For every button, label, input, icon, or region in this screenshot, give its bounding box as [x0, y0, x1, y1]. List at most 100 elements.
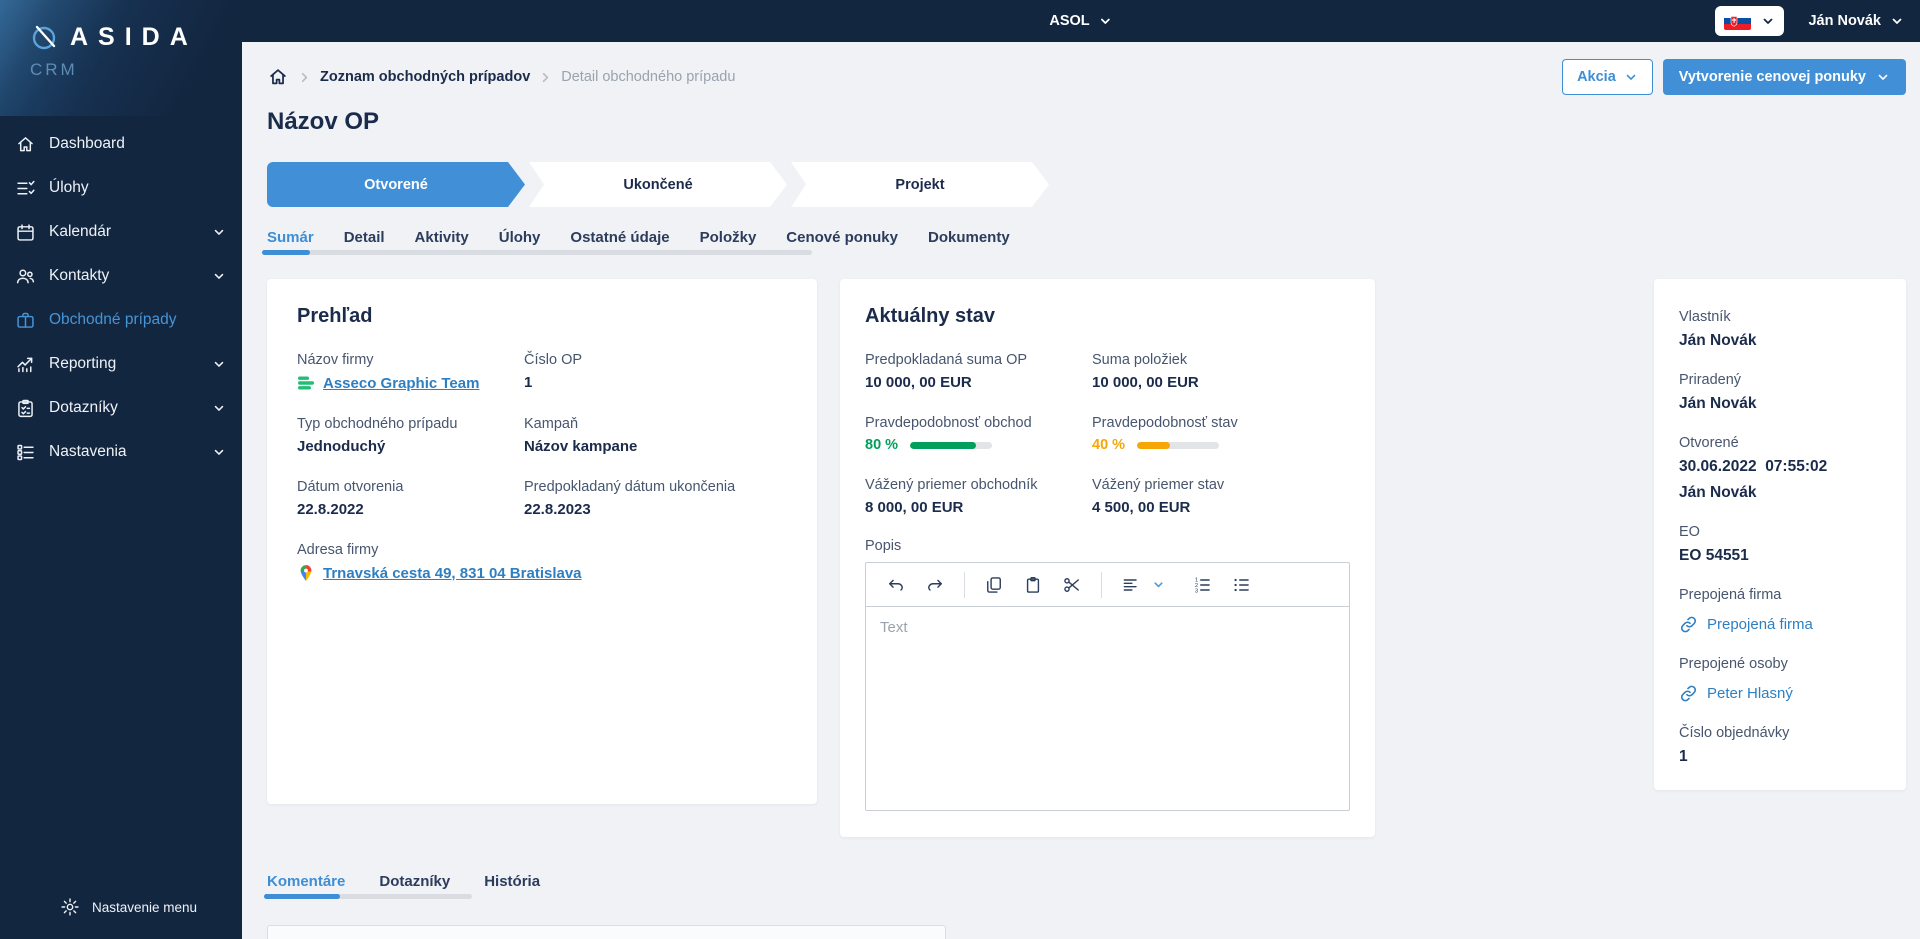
slovak-flag-icon — [1724, 12, 1752, 30]
probability-value: 80 % — [865, 437, 899, 453]
paste-button[interactable] — [1017, 569, 1049, 601]
tasks-icon — [17, 180, 35, 194]
field-value: 4 500, 00 EUR — [1092, 499, 1191, 516]
overview-title: Prehľad — [297, 305, 373, 327]
description-textarea[interactable] — [866, 607, 1349, 805]
tab-aktivity[interactable]: Aktivity — [415, 229, 469, 246]
field-label: Kampaň — [524, 416, 579, 432]
stage-ukoncene[interactable]: Ukončené — [529, 162, 787, 207]
chevron-down-icon — [214, 273, 224, 279]
tab-ulohy[interactable]: Úlohy — [499, 229, 541, 246]
sidebar-item-dotazniky[interactable]: Dotazníky — [0, 386, 242, 430]
summary-cards: Prehľad Názov firmy Asseco Graphic Team — [267, 279, 1906, 837]
toolbar-divider — [1101, 571, 1102, 598]
menu-settings-button[interactable]: Nastavenie menu — [0, 897, 242, 939]
tab-dokumenty[interactable]: Dokumenty — [928, 229, 1010, 246]
field-opened: Otvorené 30.06.2022 07:55:02 Ján Novák — [1679, 435, 1881, 502]
user-name: Ján Novák — [1808, 13, 1881, 29]
probability-value: 40 % — [1092, 437, 1126, 453]
tab-detail[interactable]: Detail — [344, 229, 385, 246]
create-quote-label: Vytvorenie cenovej ponuky — [1678, 69, 1866, 85]
field-value: Názov kampane — [524, 438, 638, 455]
settings-list-icon — [17, 444, 34, 460]
main: ASOL Ján Novák Zoznam obchodných prípado… — [242, 0, 1920, 939]
description-label: Popis — [865, 538, 902, 554]
field-value: 22.8.2023 — [524, 501, 591, 518]
home-icon[interactable] — [267, 66, 289, 88]
sidebar-item-label: Kontakty — [49, 267, 110, 284]
sidebar-item-nastavenia[interactable]: Nastavenia — [0, 430, 242, 474]
chevron-down-icon[interactable] — [1152, 578, 1165, 591]
field-value: 1 — [524, 374, 533, 391]
redo-button[interactable] — [919, 569, 951, 601]
stage-otvorene[interactable]: Otvorené — [267, 162, 525, 207]
field-assigned: Priradený Ján Novák — [1679, 372, 1881, 413]
linked-person-link[interactable]: Peter Hlasný — [1679, 684, 1881, 703]
field-value: Ján Novák — [1679, 484, 1757, 501]
sidebar-item-label: Dashboard — [49, 135, 125, 152]
home-icon — [18, 136, 33, 151]
map-pin-icon — [300, 565, 312, 581]
tab-cenove-ponuky[interactable]: Cenové ponuky — [786, 229, 898, 246]
stage-label: Otvorené — [364, 176, 428, 193]
user-menu[interactable]: Ján Novák — [1808, 13, 1904, 29]
sidebar-item-kalendar[interactable]: Kalendár — [0, 210, 242, 254]
field-value: EO 54551 — [1679, 547, 1749, 564]
undo-button[interactable] — [880, 569, 912, 601]
progress-bar — [1137, 441, 1220, 449]
linked-company-link[interactable]: Prepojená firma — [1679, 615, 1881, 634]
tab-sumar[interactable]: Sumár — [267, 229, 314, 246]
field-value: 1 — [1679, 748, 1688, 765]
align-button[interactable] — [1115, 569, 1147, 601]
field-order-number: Číslo objednávky 1 — [1679, 725, 1881, 766]
link-icon — [1680, 616, 1697, 633]
akcia-button[interactable]: Akcia — [1562, 59, 1653, 95]
field-company: Názov firmy Asseco Graphic Team — [297, 352, 512, 392]
address-link[interactable]: Trnavská cesta 49, 831 04 Bratislava — [323, 565, 582, 582]
stage-projekt[interactable]: Projekt — [791, 162, 1049, 207]
field-label: Prepojená firma — [1679, 587, 1782, 603]
field-address: Adresa firmy Trnavská cesta 49, 831 04 B… — [297, 542, 787, 582]
field-label: Predpokladaná suma OP — [865, 352, 1028, 368]
language-selector[interactable] — [1715, 6, 1785, 36]
tab-historia[interactable]: História — [484, 873, 540, 890]
org-selector[interactable]: ASOL — [1049, 13, 1112, 29]
link-label: Peter Hlasný — [1707, 685, 1793, 702]
field-value: 10 000, 00 EUR — [1092, 374, 1199, 391]
sidebar-item-ulohy[interactable]: Úlohy — [0, 166, 242, 210]
clipboard-icon — [18, 399, 33, 417]
sidebar-item-dashboard[interactable]: Dashboard — [0, 122, 242, 166]
tab-komentare[interactable]: Komentáre — [267, 873, 345, 890]
breadcrumb: Zoznam obchodných prípadov Detail obchod… — [267, 58, 1906, 96]
company-link[interactable]: Asseco Graphic Team — [323, 375, 479, 392]
comment-input-box — [267, 925, 946, 939]
field-label: Pravdepodobnosť obchod — [865, 415, 1032, 431]
cut-button[interactable] — [1056, 569, 1088, 601]
copy-button[interactable] — [978, 569, 1010, 601]
field-value: 30.06.2022 07:55:02 — [1679, 458, 1828, 475]
sidebar-item-obchodne-pripady[interactable]: Obchodné prípady — [0, 298, 242, 342]
chevron-down-icon — [1878, 74, 1888, 80]
briefcase-icon — [17, 312, 34, 328]
org-name: ASOL — [1049, 13, 1090, 29]
create-quote-button[interactable]: Vytvorenie cenovej ponuky — [1662, 59, 1906, 95]
sidebar-item-label: Kalendár — [49, 223, 112, 240]
tab-ostatne-udaje[interactable]: Ostatné údaje — [570, 229, 669, 246]
brand-sub: CRM — [30, 60, 78, 79]
sidebar-item-kontakty[interactable]: Kontakty — [0, 254, 242, 298]
tab-polozky[interactable]: Položky — [700, 229, 757, 246]
tab-indicator — [262, 250, 812, 255]
stage-label: Ukončené — [623, 176, 693, 193]
bullet-list-button[interactable] — [1225, 569, 1257, 601]
chevron-down-icon — [214, 361, 224, 367]
ordered-list-button[interactable]: 123 — [1186, 569, 1218, 601]
sidebar-item-reporting[interactable]: Reporting — [0, 342, 242, 386]
field-label: Názov firmy — [297, 352, 374, 368]
breadcrumb-link[interactable]: Zoznam obchodných prípadov — [320, 69, 530, 85]
field-weighted-state: Vážený priemer stav 4 500, 00 EUR — [1092, 477, 1350, 516]
field-linked-company: Prepojená firma Prepojená firma — [1679, 587, 1881, 634]
tab-dotazniky[interactable]: Dotazníky — [379, 873, 450, 890]
akcia-label: Akcia — [1577, 69, 1616, 85]
field-label: Predpokladaný dátum ukončenia — [524, 479, 736, 495]
field-value: Ján Novák — [1679, 332, 1757, 349]
